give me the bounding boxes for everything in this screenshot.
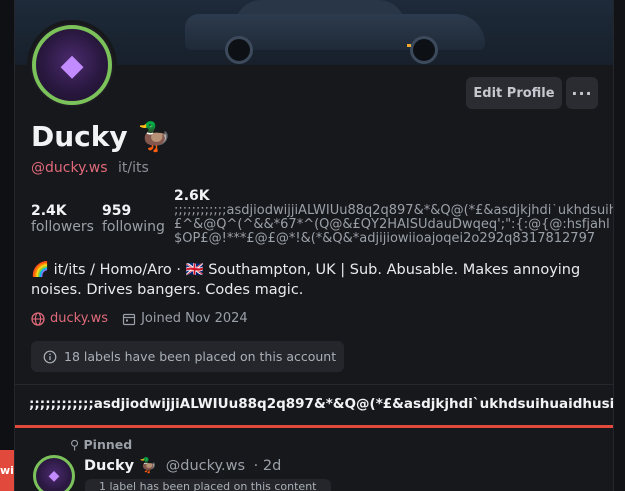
tab-posts[interactable]: ;;;;;;;;;;;;asdjiodwijjiALWIUu88q2q897&*… [29,396,613,412]
banner-car-wheel [410,36,438,64]
profile-handle[interactable]: @ducky.ws [31,160,108,176]
post-labels-notice[interactable]: 1 label has been placed on this content [85,479,331,491]
following-label: following [102,219,165,235]
calendar-icon [122,313,136,325]
followers-count: 2.4K [31,203,67,219]
banner-light [407,44,411,47]
profile-panel: ◆ Edit Profile ··· Ducky 🦆 @ducky.ws it/… [14,0,614,491]
side-badge[interactable]: wi [0,450,14,491]
posts-label-line: ;;;;;;;;;;;;asdjiodwijjiALWIUu88q2q897&*… [174,204,613,218]
labels-notice-text: 18 labels have been placed on this accou… [64,349,337,364]
avatar-ring: ◆ [32,25,112,105]
ellipsis-icon: ··· [571,83,593,103]
following-count: 959 [102,203,132,219]
posts-label-line: £^&@Q^(^&&*67*^(Q@&£QY2HAISUdauDwqeq';":… [174,218,610,232]
active-tab-indicator [15,425,613,428]
post-author-handle[interactable]: @ducky.ws [166,458,245,474]
post-header: Ducky 🦆 @ducky.ws · 2d [84,457,281,474]
pinned-indicator: ⚲ Pinned [70,437,132,452]
more-options-button[interactable]: ··· [566,77,598,109]
followers-label: followers [31,219,94,235]
post-author-avatar[interactable]: ◆ [33,455,75,491]
profile-avatar[interactable]: ◆ [27,20,117,110]
profile-meta: ducky.ws Joined Nov 2024 [31,311,248,326]
followers-stat[interactable]: 2.4K followers [31,203,94,235]
post-author-name[interactable]: Ducky 🦆 [84,458,157,474]
account-labels-notice[interactable]: 18 labels have been placed on this accou… [31,341,344,372]
posts-count: 2.6K [174,188,210,204]
handle-row: @ducky.ws it/its [31,160,149,176]
website-link[interactable]: ducky.ws [50,311,108,326]
avatar-image: ◆ [48,468,60,484]
posts-label-line: $OP£@!***£@£@*!&(*&Q&*adjijiowiioajoqei2… [174,232,596,246]
left-sidebar-edge [0,0,14,491]
joined-date: Joined Nov 2024 [141,311,248,326]
post-labels-notice-text: 1 label has been placed on this content [99,480,317,491]
pinned-label: Pinned [83,437,133,452]
posts-stat: 2.6K ;;;;;;;;;;;;asdjiodwijjiALWIUu88q2q… [174,188,613,246]
avatar-image: ◆ [60,47,84,83]
edit-profile-button[interactable]: Edit Profile [466,77,562,109]
pin-icon: ⚲ [70,437,80,452]
display-name: Ducky 🦆 [31,120,173,153]
section-divider [15,384,613,385]
pronouns: it/its [118,160,149,176]
following-stat[interactable]: 959 following [102,203,165,235]
banner-car-wheel [225,36,253,64]
profile-bio: 🌈 it/its / Homo/Aro · 🇬🇧 Southampton, UK… [31,262,581,298]
globe-icon [31,311,45,326]
info-icon [43,350,57,363]
post-age[interactable]: · 2d [254,458,282,474]
